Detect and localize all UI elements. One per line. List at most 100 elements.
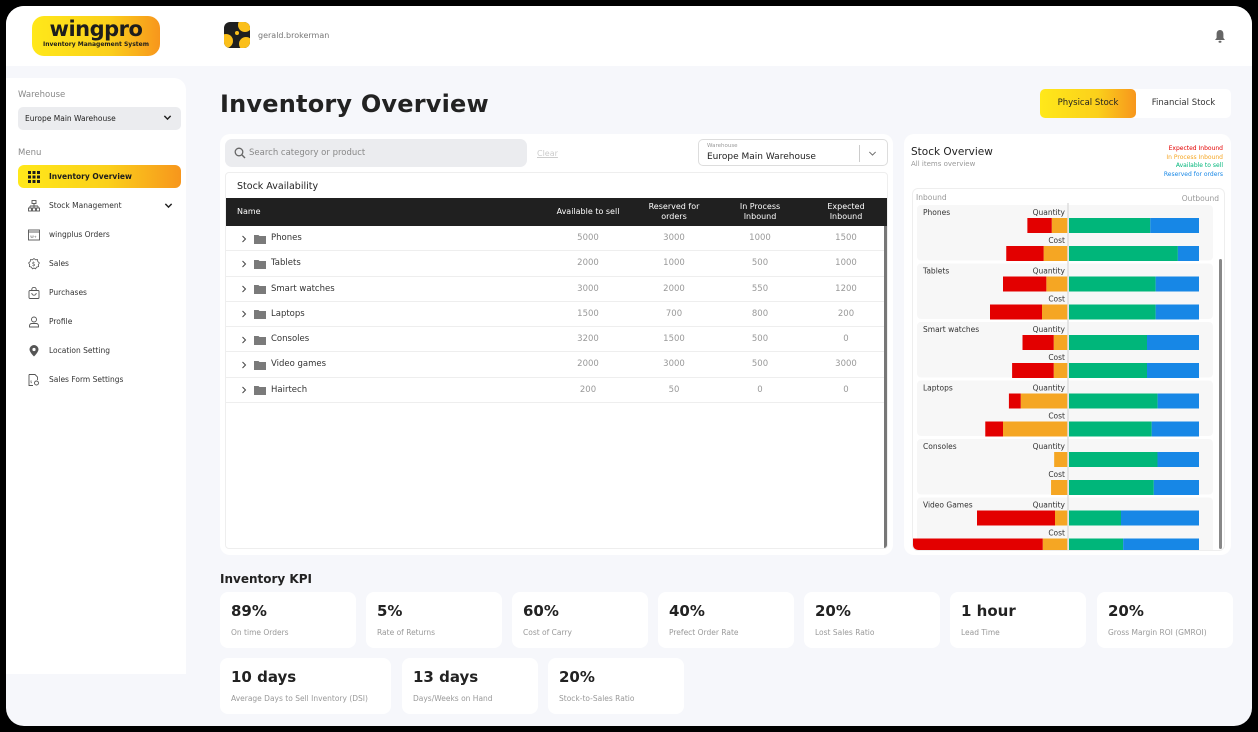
bar-quantity-in-process[interactable] [1053, 335, 1068, 350]
column-header-expected[interactable]: Expected Inbound [816, 198, 876, 226]
kpi-card[interactable]: 20% Lost Sales Ratio [804, 592, 940, 648]
column-header-available[interactable]: Available to sell [544, 198, 632, 226]
bar-quantity-reserved[interactable] [1155, 276, 1199, 292]
kpi-card[interactable]: 20% Gross Margin ROI (GMROI) [1097, 592, 1233, 648]
bar-quantity-reserved[interactable] [1157, 393, 1199, 409]
avatar[interactable] [224, 22, 250, 48]
chevron-down-icon[interactable] [164, 201, 173, 210]
chevron-right-icon[interactable] [240, 386, 248, 394]
sidebar-item-sales-form-settings[interactable]: $ Sales Form Settings [18, 368, 181, 391]
sidebar-item-profile[interactable]: Profile [18, 310, 181, 333]
bar-quantity-expected[interactable] [1022, 335, 1054, 350]
chevron-right-icon[interactable] [240, 336, 248, 344]
bar-cost-available[interactable] [1069, 246, 1178, 261]
bar-quantity-in-process[interactable] [1054, 452, 1068, 467]
brand-logo[interactable]: wingpro Inventory Management System [32, 16, 160, 56]
bar-quantity-reserved[interactable] [1150, 218, 1199, 233]
kpi-card[interactable]: 10 days Average Days to Sell Inventory (D… [220, 658, 391, 714]
bar-quantity-available[interactable] [1069, 393, 1158, 409]
table-row[interactable]: Video games 2000 3000 500 3000 [226, 352, 887, 378]
bar-quantity-reserved[interactable] [1157, 452, 1199, 467]
bar-quantity-expected[interactable] [1003, 276, 1047, 292]
bar-cost-expected[interactable] [1012, 363, 1054, 378]
bar-quantity-in-process[interactable] [1055, 510, 1068, 526]
bar-cost-expected[interactable] [985, 421, 1003, 437]
search-box[interactable] [225, 139, 527, 167]
warehouse-filter-select[interactable]: Warehouse Europe Main Warehouse [698, 139, 888, 166]
bar-cost-in-process[interactable] [1053, 363, 1068, 378]
kpi-card[interactable]: 20% Stock-to-Sales Ratio [548, 658, 684, 714]
bar-quantity-reserved[interactable] [1121, 510, 1199, 526]
table-scrollbar[interactable] [884, 226, 887, 548]
bar-cost-available[interactable] [1069, 421, 1152, 437]
bar-cost-available[interactable] [1069, 480, 1154, 495]
financial-stock-tab[interactable]: Financial Stock [1136, 89, 1231, 118]
chevron-right-icon[interactable] [240, 310, 248, 318]
kpi-card[interactable]: 5% Rate of Returns [366, 592, 502, 648]
page-title: Inventory Overview [220, 90, 489, 118]
bar-quantity-in-process[interactable] [1046, 276, 1068, 292]
kpi-card[interactable]: 1 hour Lead Time [950, 592, 1086, 648]
kpi-card[interactable]: 13 days Days/Weeks on Hand [402, 658, 538, 714]
bar-quantity-expected[interactable] [1008, 393, 1021, 409]
column-header-name[interactable]: Name [237, 198, 261, 226]
sidebar-item-location-setting[interactable]: Location Setting [18, 339, 181, 362]
warehouse-select[interactable]: Europe Main Warehouse [18, 107, 181, 130]
bar-cost-expected[interactable] [1006, 246, 1044, 261]
sidebar-item-sales[interactable]: $ Sales [18, 252, 181, 275]
bar-cost-expected[interactable] [990, 304, 1042, 320]
clear-button[interactable]: Clear [537, 149, 558, 158]
bar-cost-reserved[interactable] [1123, 538, 1199, 552]
chevron-right-icon[interactable] [240, 235, 248, 243]
bar-quantity-available[interactable] [1069, 218, 1151, 233]
bar-cost-available[interactable] [1069, 538, 1124, 552]
bar-cost-reserved[interactable] [1151, 421, 1199, 437]
brand-name: wingpro [49, 17, 143, 41]
table-row[interactable]: Hairtech 200 50 0 0 [226, 378, 887, 404]
chevron-right-icon[interactable] [240, 285, 248, 293]
bar-cost-in-process[interactable] [1043, 246, 1068, 261]
sidebar-item-purchases[interactable]: Purchases [18, 281, 181, 304]
bar-quantity-expected[interactable] [977, 510, 1055, 526]
bar-quantity-available[interactable] [1069, 335, 1147, 350]
bar-quantity-reserved[interactable] [1147, 335, 1199, 350]
table-row[interactable]: Smart watches 3000 2000 550 1200 [226, 277, 887, 302]
column-header-reserved[interactable]: Reserved for orders [638, 198, 710, 226]
physical-stock-tab[interactable]: Physical Stock [1040, 89, 1136, 118]
chevron-right-icon[interactable] [240, 361, 248, 369]
bar-quantity-in-process[interactable] [1051, 218, 1068, 233]
bell-icon[interactable] [1214, 29, 1226, 43]
search-input[interactable] [249, 139, 519, 167]
username[interactable]: gerald.brokerman [258, 31, 329, 40]
table-row[interactable]: Consoles 3200 1500 500 0 [226, 327, 887, 353]
sidebar-item-stock-management[interactable]: Stock Management [18, 194, 181, 217]
column-header-in-process[interactable]: In Process Inbound [730, 198, 790, 226]
bar-cost-available[interactable] [1069, 363, 1147, 378]
bar-quantity-available[interactable] [1069, 452, 1158, 467]
bar-quantity-expected[interactable] [1027, 218, 1052, 233]
bar-cost-in-process[interactable] [1042, 538, 1068, 552]
sidebar-item-wingplus-orders[interactable]: W+ wingplus Orders [18, 223, 181, 246]
bar-cost-expected[interactable] [913, 538, 1043, 552]
table-row[interactable]: Tablets 2000 1000 500 1000 [226, 251, 887, 277]
sidebar-item-inventory-overview[interactable]: Inventory Overview [18, 165, 181, 188]
bar-cost-in-process[interactable] [1051, 480, 1068, 495]
chevron-down-icon[interactable] [868, 149, 877, 158]
kpi-card[interactable]: 89% On time Orders [220, 592, 356, 648]
bar-quantity-in-process[interactable] [1020, 393, 1068, 409]
bar-cost-available[interactable] [1069, 304, 1156, 320]
bar-quantity-available[interactable] [1069, 276, 1156, 292]
bar-cost-in-process[interactable] [1003, 421, 1068, 437]
bar-cost-reserved[interactable] [1155, 304, 1199, 320]
chart-scrollbar[interactable] [1219, 259, 1222, 549]
table-row[interactable]: Phones 5000 3000 1000 1500 [226, 226, 887, 252]
bar-cost-reserved[interactable] [1153, 480, 1199, 495]
table-row[interactable]: Laptops 1500 700 800 200 [226, 302, 887, 328]
kpi-card[interactable]: 40% Prefect Order Rate [658, 592, 794, 648]
chevron-right-icon[interactable] [240, 260, 248, 268]
bar-cost-reserved[interactable] [1177, 246, 1199, 261]
bar-cost-reserved[interactable] [1147, 363, 1199, 378]
kpi-card[interactable]: 60% Cost of Carry [512, 592, 648, 648]
bar-quantity-available[interactable] [1069, 510, 1121, 526]
bar-cost-in-process[interactable] [1042, 304, 1068, 320]
